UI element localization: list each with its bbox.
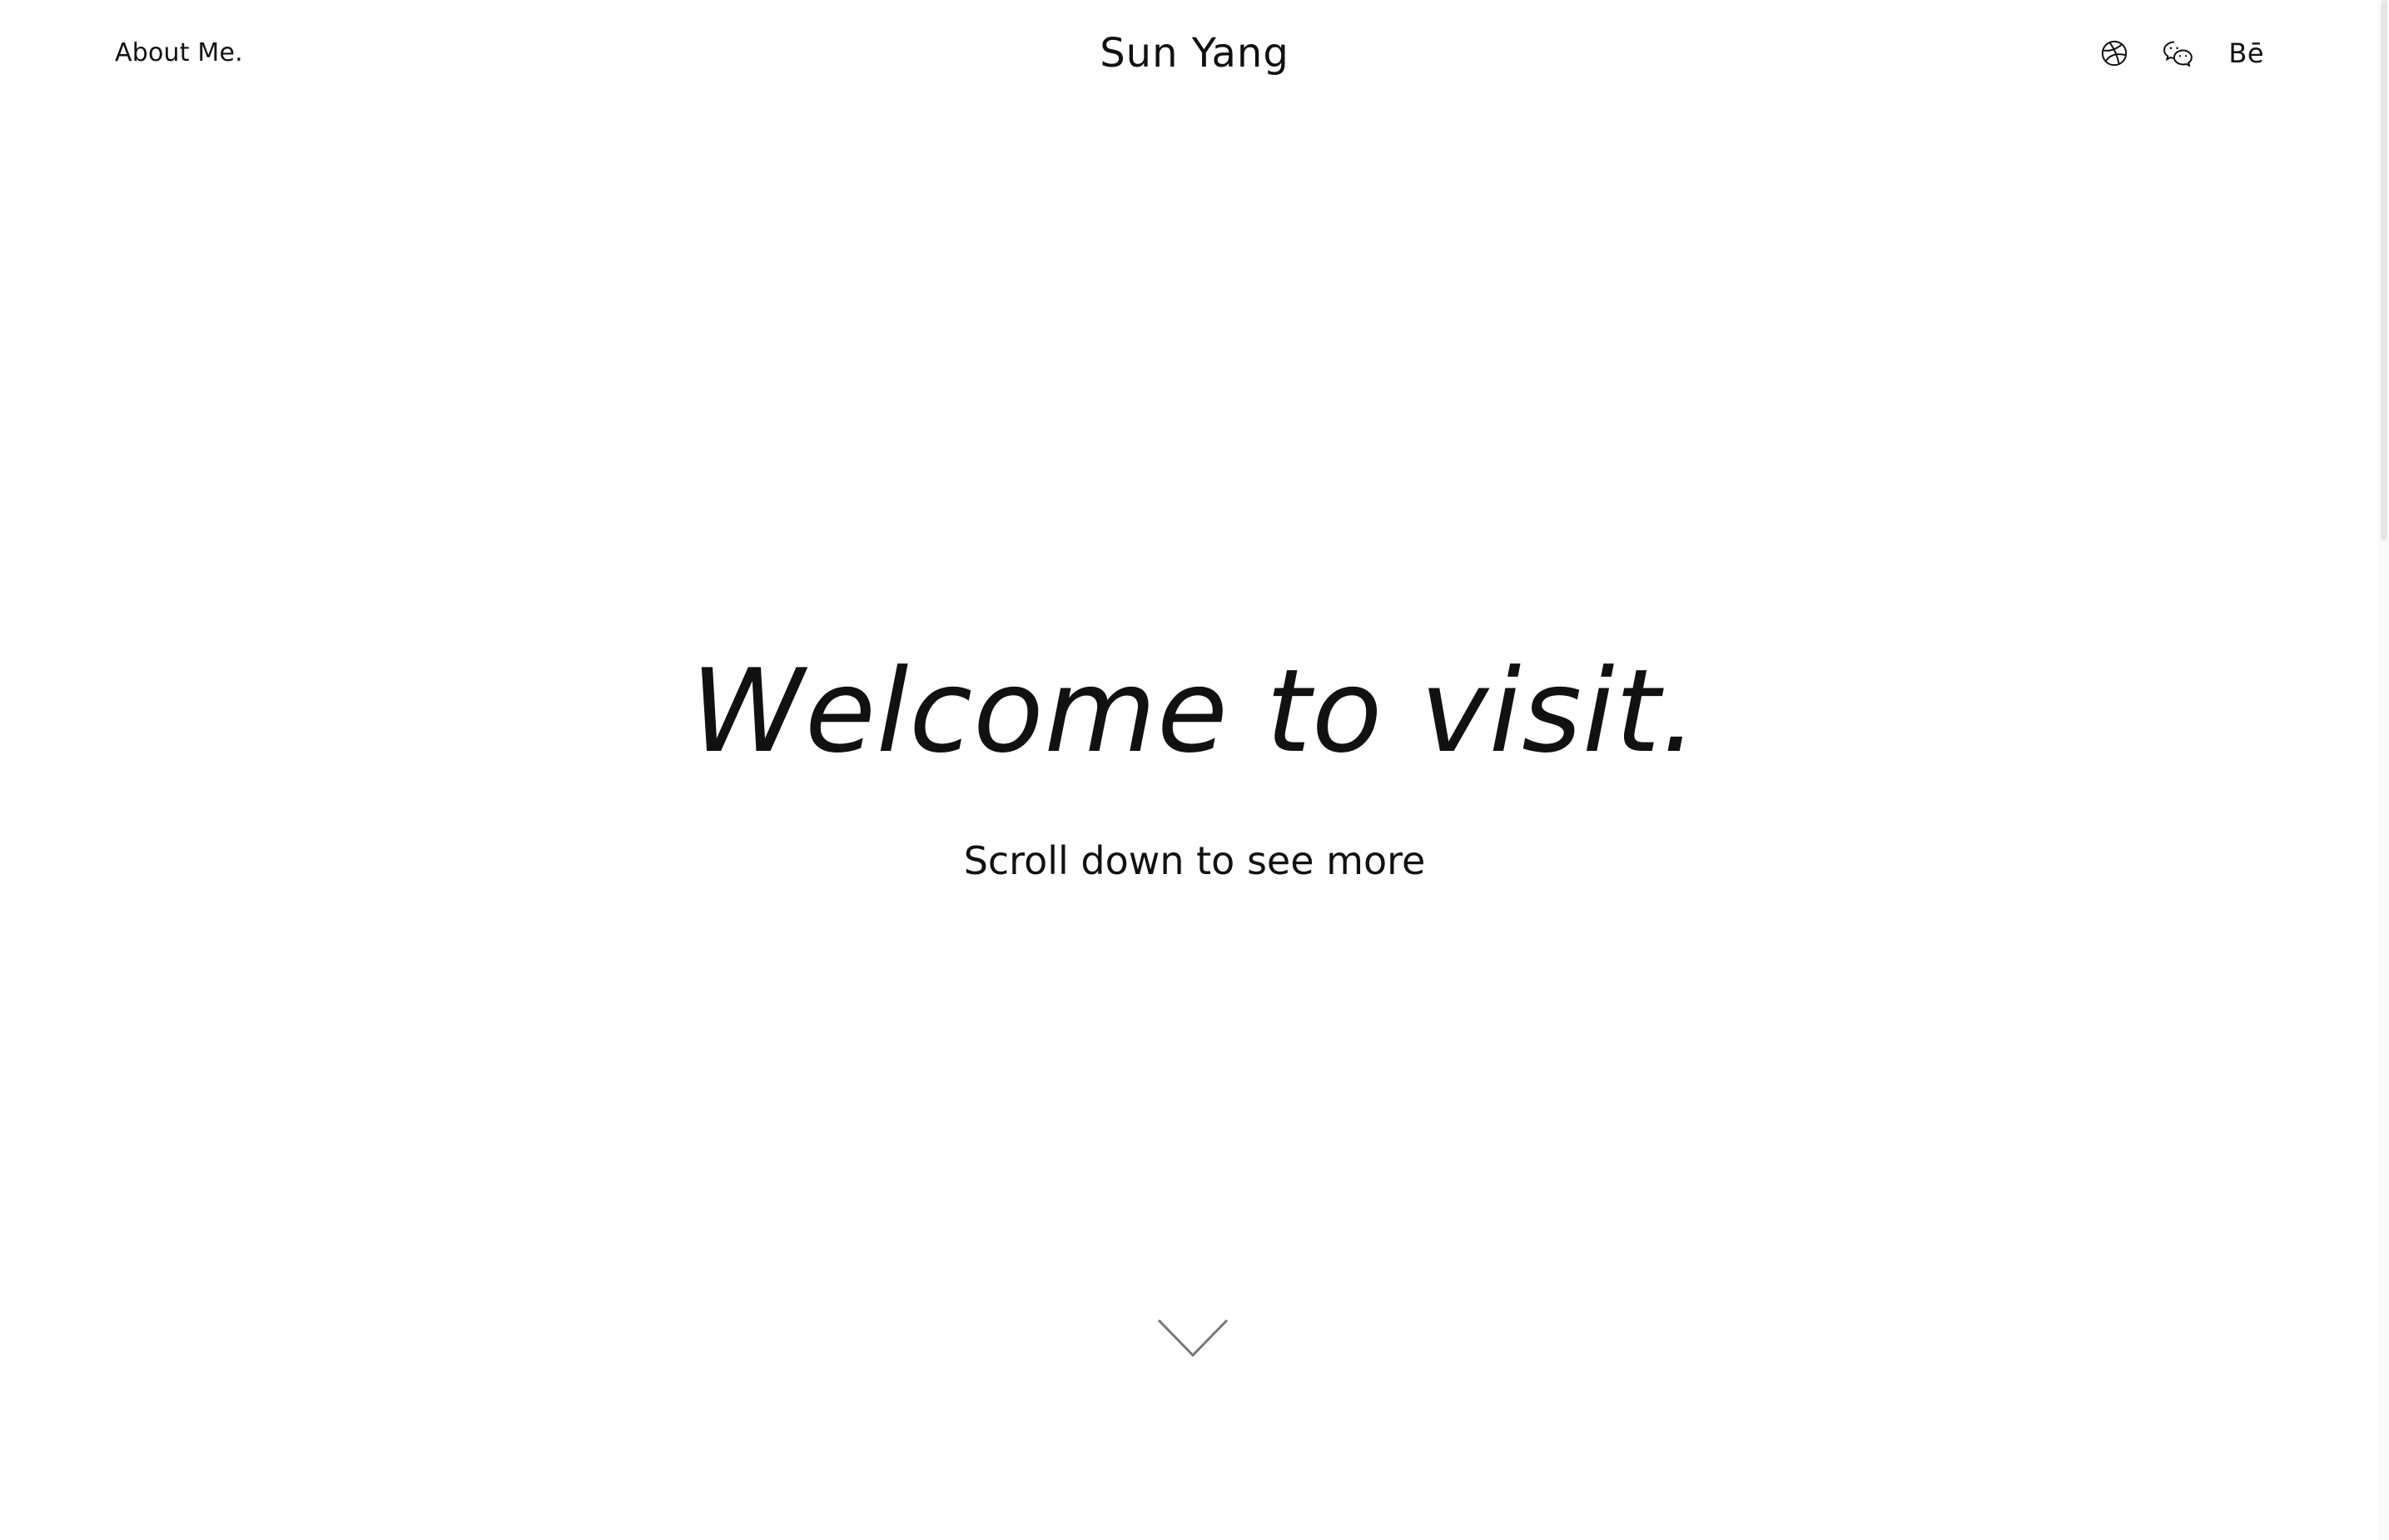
chevron-down-icon — [1157, 1319, 1229, 1362]
dribbble-link[interactable] — [2100, 37, 2128, 70]
site-title[interactable]: Sun Yang — [0, 28, 2389, 78]
scrollbar[interactable] — [2377, 0, 2389, 1540]
dribbble-icon — [2100, 39, 2128, 67]
behance-icon: Bē — [2228, 37, 2264, 69]
hero-subtitle: Scroll down to see more — [963, 838, 1426, 883]
behance-link[interactable]: Bē — [2228, 37, 2264, 70]
social-links: Bē — [2100, 37, 2264, 70]
wechat-icon — [2162, 39, 2195, 67]
scrollbar-thumb[interactable] — [2381, 0, 2387, 541]
scroll-down-button[interactable] — [1157, 1319, 1229, 1359]
page: About Me. Sun Yang Bē Welcome to visit. … — [0, 0, 2389, 1540]
wechat-link[interactable] — [2162, 37, 2195, 70]
hero-heading: Welcome to visit. — [690, 644, 1699, 778]
